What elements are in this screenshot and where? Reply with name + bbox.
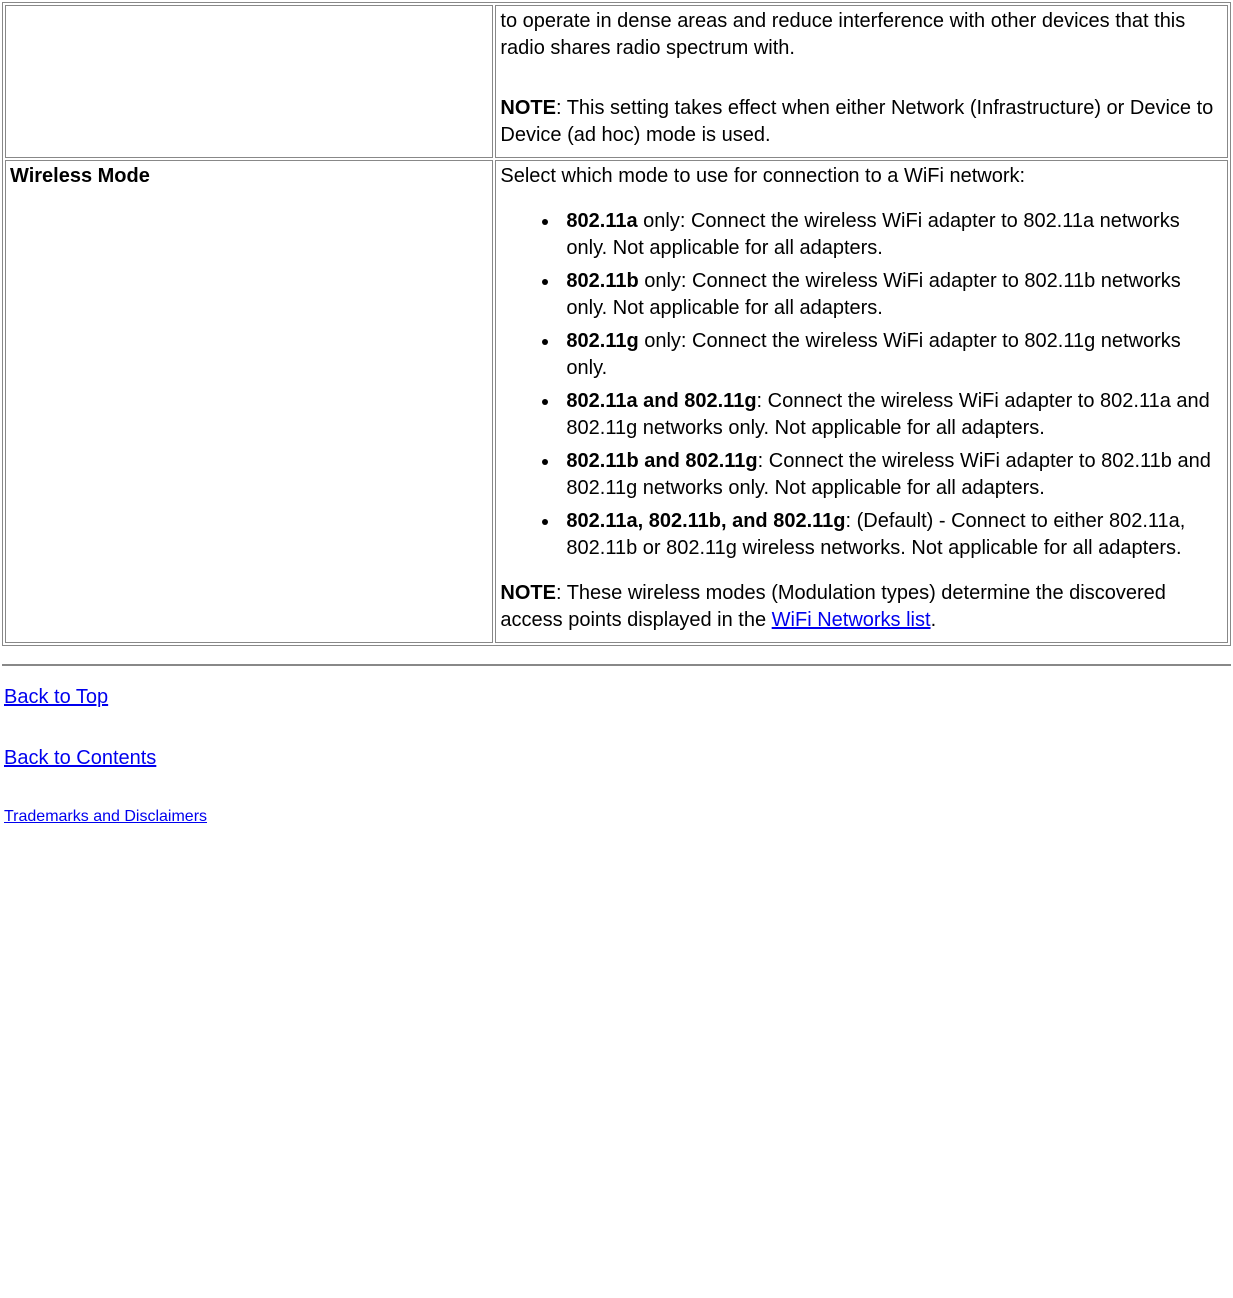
note-label: NOTE	[500, 582, 556, 604]
mode-bold: 802.11a and 802.11g	[566, 390, 756, 412]
mode-bold: 802.11b	[566, 270, 638, 292]
mode-bold: 802.11a, 802.11b, and 802.11g	[566, 510, 845, 532]
back-to-contents-link[interactable]: Back to Contents	[4, 745, 1231, 772]
mode-bold: 802.11g	[566, 330, 638, 352]
setting-desc-cell: to operate in dense areas and reduce int…	[495, 5, 1228, 158]
mode-rest: only: Connect the wireless WiFi adapter …	[566, 330, 1180, 379]
setting-name-cell	[5, 5, 493, 158]
table-row: Wireless Mode Select which mode to use f…	[5, 160, 1228, 643]
mode-rest: only: Connect the wireless WiFi adapter …	[566, 270, 1180, 319]
divider	[2, 664, 1231, 666]
list-item: 802.11b and 802.11g: Connect the wireles…	[560, 448, 1223, 502]
setting-name-cell: Wireless Mode	[5, 160, 493, 643]
settings-table: to operate in dense areas and reduce int…	[2, 2, 1231, 646]
mode-bold: 802.11b and 802.11g	[566, 450, 757, 472]
note-post: .	[931, 609, 937, 631]
list-item: 802.11a only: Connect the wireless WiFi …	[560, 208, 1223, 262]
note-label: NOTE	[500, 97, 556, 119]
mode-rest: only: Connect the wireless WiFi adapter …	[566, 210, 1179, 259]
desc-note: NOTE: This setting takes effect when eit…	[500, 95, 1223, 149]
desc-note: NOTE: These wireless modes (Modulation t…	[500, 580, 1223, 634]
desc-paragraph: to operate in dense areas and reduce int…	[500, 8, 1223, 62]
list-item: 802.11b only: Connect the wireless WiFi …	[560, 268, 1223, 322]
note-text: : This setting takes effect when either …	[500, 97, 1213, 146]
list-item: 802.11a and 802.11g: Connect the wireles…	[560, 388, 1223, 442]
list-item: 802.11a, 802.11b, and 802.11g: (Default)…	[560, 508, 1223, 562]
setting-desc-cell: Select which mode to use for connection …	[495, 160, 1228, 643]
footer-links: Back to Top Back to Contents Trademarks …	[2, 684, 1231, 828]
desc-intro: Select which mode to use for connection …	[500, 163, 1223, 190]
setting-name: Wireless Mode	[10, 165, 150, 187]
mode-bold: 802.11a	[566, 210, 637, 232]
list-item: 802.11g only: Connect the wireless WiFi …	[560, 328, 1223, 382]
back-to-top-link[interactable]: Back to Top	[4, 684, 1231, 711]
mode-list: 802.11a only: Connect the wireless WiFi …	[560, 208, 1223, 562]
table-row: to operate in dense areas and reduce int…	[5, 5, 1228, 158]
wifi-networks-list-link[interactable]: WiFi Networks list	[772, 609, 931, 631]
trademarks-link[interactable]: Trademarks and Disclaimers	[4, 806, 1231, 828]
